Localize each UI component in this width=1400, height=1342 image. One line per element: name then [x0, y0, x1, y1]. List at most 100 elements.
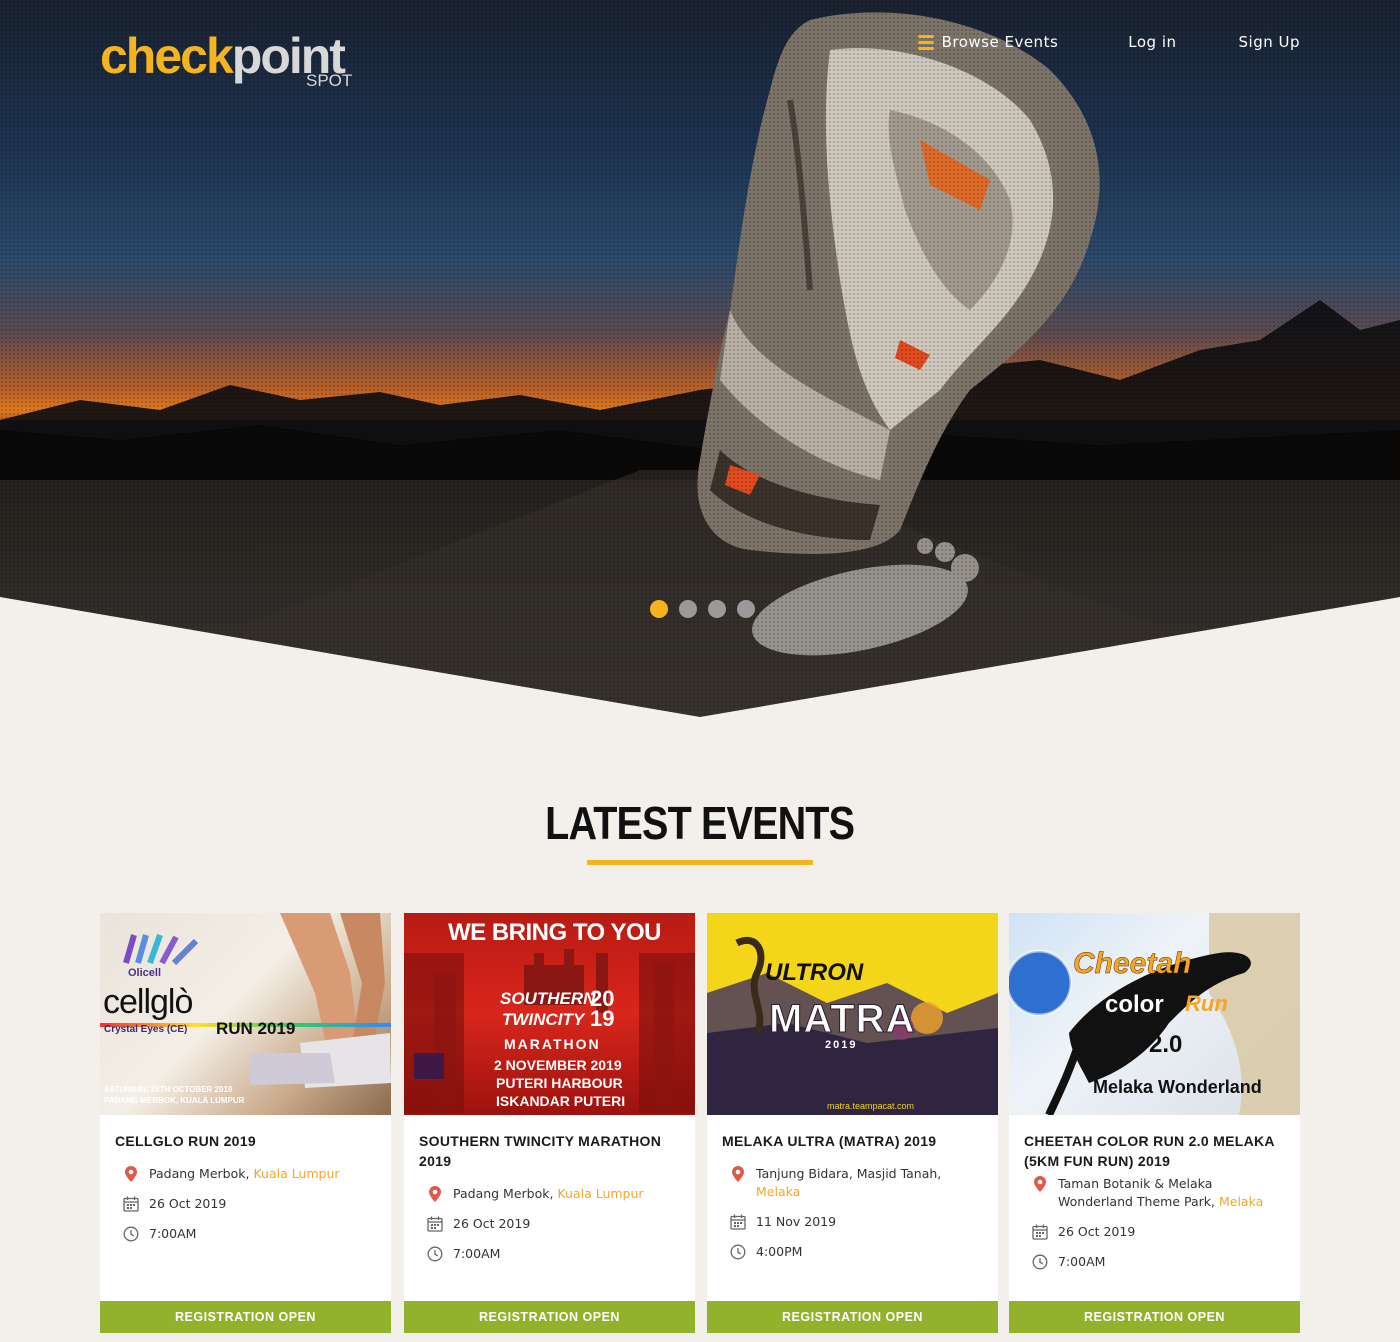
event-time: 7:00AM [1058, 1254, 1106, 1269]
signup-label: Sign Up [1238, 33, 1300, 51]
registration-open-button[interactable]: REGISTRATION OPEN [707, 1301, 998, 1333]
event-location: Padang Merbok, Kuala Lumpur [115, 1165, 376, 1183]
logo-text-spot: SPOT [306, 71, 353, 90]
event-title[interactable]: CHEETAH COLOR RUN 2.0 MELAKA (5KM FUN RU… [1024, 1131, 1285, 1171]
top-nav: Browse Events Log in Sign Up [917, 33, 1301, 51]
section-title: LATEST EVENTS [545, 797, 855, 849]
poster-name1: SOUTHERN [500, 989, 596, 1008]
calendar-icon [1031, 1223, 1049, 1241]
poster-loc1: PUTERI HARBOUR [496, 1075, 623, 1091]
map-pin-icon [1031, 1175, 1049, 1193]
event-venue: Padang Merbok, [453, 1186, 558, 1201]
clock-icon [426, 1245, 444, 1263]
registration-open-button[interactable]: REGISTRATION OPEN [100, 1301, 391, 1333]
carousel-dot[interactable] [650, 600, 668, 618]
event-card[interactable]: Cheetah color Run 2.0 Melaka Wonderland … [1009, 913, 1300, 1333]
event-location: Tanjung Bidara, Masjid Tanah, Melaka [722, 1165, 983, 1201]
browse-events-link[interactable]: Browse Events [917, 33, 1059, 51]
clock-icon [1031, 1253, 1049, 1271]
title-underline [587, 860, 813, 865]
poster-brand: Olicell [128, 967, 162, 979]
poster-line2: PADANG MERBOK, KUALA LUMPUR [104, 1096, 245, 1105]
poster-date: 2 NOVEMBER 2019 [494, 1057, 622, 1073]
poster-version: 2.0 [1149, 1031, 1183, 1058]
poster-year: 2019 [825, 1039, 858, 1051]
poster-name2: color [1105, 991, 1164, 1018]
event-city[interactable]: Melaka [756, 1184, 800, 1199]
event-date: 11 Nov 2019 [756, 1214, 837, 1229]
calendar-icon [122, 1195, 140, 1213]
poster-tag: Crystal Eyes (CE) [104, 1024, 188, 1035]
event-time-row: 7:00AM [115, 1225, 376, 1243]
event-poster[interactable]: WE BRING TO YOU SOUTHERN TWINCITY 2019 M… [404, 913, 695, 1115]
event-title[interactable]: SOUTHERN TWINCITY MARATHON 2019 [419, 1131, 680, 1171]
map-pin-icon [729, 1165, 747, 1183]
poster-url: matra.teampacat.com [827, 1101, 915, 1111]
event-time-row: 7:00AM [1024, 1253, 1285, 1271]
event-time-row: 4:00PM [722, 1243, 983, 1261]
poster-place: Melaka Wonderland [1093, 1077, 1262, 1097]
event-venue: Taman Botanik & Melaka Wonderland Theme … [1058, 1176, 1219, 1209]
poster-name2: TWINCITY [502, 1010, 585, 1029]
event-poster[interactable]: ULTRON MATRA 2019 matra.teampacat.com [707, 913, 998, 1115]
stack-icon [917, 34, 934, 50]
event-time: 4:00PM [756, 1244, 803, 1259]
event-time: 7:00AM [453, 1246, 501, 1261]
event-venue: Tanjung Bidara, Masjid Tanah, [756, 1166, 942, 1181]
event-card-list: Olicell cellglò Crystal Eyes (CE) RUN 20… [100, 913, 1300, 1333]
event-city[interactable]: Kuala Lumpur [557, 1186, 643, 1201]
event-title[interactable]: CELLGLO RUN 2019 [115, 1131, 376, 1151]
event-location: Padang Merbok, Kuala Lumpur [419, 1185, 680, 1203]
map-pin-icon [122, 1165, 140, 1183]
latest-events-heading-wrap: LATEST EVENTS [0, 796, 1400, 856]
event-date: 26 Oct 2019 [149, 1196, 227, 1211]
event-poster[interactable]: Olicell cellglò Crystal Eyes (CE) RUN 20… [100, 913, 391, 1115]
event-time-row: 7:00AM [419, 1245, 680, 1263]
calendar-icon [426, 1215, 444, 1233]
event-card[interactable]: ULTRON MATRA 2019 matra.teampacat.com ME… [707, 913, 998, 1333]
poster-sub: MARATHON [504, 1036, 601, 1052]
event-date-row: 26 Oct 2019 [419, 1215, 680, 1233]
carousel-dot[interactable] [708, 600, 726, 618]
registration-open-button[interactable]: REGISTRATION OPEN [404, 1301, 695, 1333]
calendar-icon [729, 1213, 747, 1231]
poster-brand: ULTRON [765, 959, 864, 986]
event-date-row: 26 Oct 2019 [115, 1195, 376, 1213]
event-venue: Padang Merbok, [149, 1166, 254, 1181]
carousel-dot[interactable] [737, 600, 755, 618]
event-time: 7:00AM [149, 1226, 197, 1241]
event-location: Taman Botanik & Melaka Wonderland Theme … [1024, 1175, 1285, 1211]
event-poster[interactable]: Cheetah color Run 2.0 Melaka Wonderland [1009, 913, 1300, 1115]
poster-name3: Run [1185, 991, 1228, 1016]
registration-open-button[interactable]: REGISTRATION OPEN [1009, 1301, 1300, 1333]
signup-link[interactable]: Sign Up [1239, 33, 1301, 51]
event-date: 26 Oct 2019 [453, 1216, 531, 1231]
clock-icon [729, 1243, 747, 1261]
poster-banner: WE BRING TO YOU [448, 919, 661, 946]
event-card[interactable]: Olicell cellglò Crystal Eyes (CE) RUN 20… [100, 913, 391, 1333]
event-title[interactable]: MELAKA ULTRA (MATRA) 2019 [722, 1131, 983, 1151]
login-label: Log in [1128, 33, 1177, 51]
map-pin-icon [426, 1185, 444, 1203]
poster-loc2: ISKANDAR PUTERI [496, 1093, 626, 1109]
logo-text-check: check [100, 28, 234, 84]
browse-events-label: Browse Events [941, 33, 1059, 51]
clock-icon [122, 1225, 140, 1243]
poster-line1: SATURDAY, 26TH OCTOBER 2019 [104, 1085, 233, 1094]
poster-run: RUN 2019 [216, 1019, 296, 1038]
poster-name: MATRA [768, 997, 916, 1042]
poster-name: cellglò [103, 983, 193, 1021]
event-date-row: 11 Nov 2019 [722, 1213, 983, 1231]
poster-name1: Cheetah [1073, 947, 1192, 981]
event-card[interactable]: WE BRING TO YOU SOUTHERN TWINCITY 2019 M… [404, 913, 695, 1333]
event-city[interactable]: Kuala Lumpur [253, 1166, 339, 1181]
poster-year: 2019 [590, 986, 615, 1031]
carousel-indicators [650, 600, 755, 618]
logo[interactable]: checkpoint SPOT [100, 28, 360, 92]
event-city[interactable]: Melaka [1219, 1194, 1263, 1209]
carousel-dot[interactable] [679, 600, 697, 618]
hero-banner [0, 0, 1400, 720]
event-date-row: 26 Oct 2019 [1024, 1223, 1285, 1241]
login-link[interactable]: Log in [1128, 33, 1176, 51]
event-date: 26 Oct 2019 [1058, 1224, 1136, 1239]
